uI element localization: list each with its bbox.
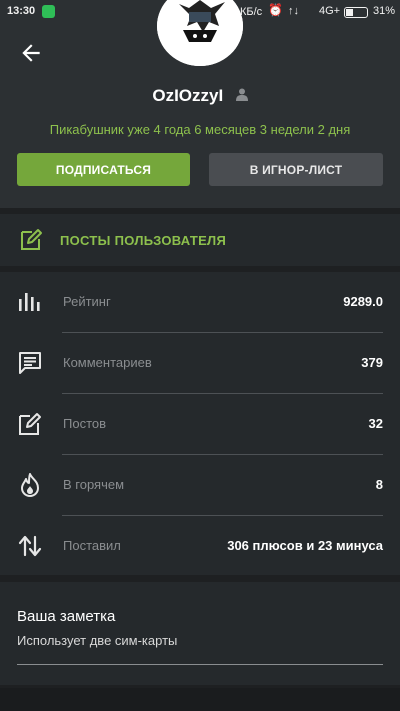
alarm-icon: ⏰ — [268, 3, 283, 17]
status-time: 13:30 — [7, 5, 36, 17]
user-note[interactable]: Ваша заметка Использует две сим-карты — [0, 582, 400, 685]
profile-header: 13:30 КБ/с ⏰ ↑↓ 4G+ 31% OzIOzzyI Пикабуш… — [0, 0, 400, 208]
back-button[interactable] — [18, 40, 46, 68]
comment-icon — [19, 352, 41, 374]
stat-label: Комментариев — [63, 355, 152, 370]
whatsapp-icon — [42, 5, 55, 18]
stat-value: 9289.0 — [343, 294, 383, 309]
stat-label: Рейтинг — [63, 294, 111, 309]
username: OzIOzzyI — [152, 86, 224, 105]
avatar[interactable] — [157, 0, 243, 66]
stat-row-votes: Поставил 306 плюсов и 23 минуса — [0, 516, 400, 577]
stat-label: В горячем — [63, 477, 125, 492]
stat-row-hot: В горячем 8 — [0, 455, 400, 516]
stat-value: 32 — [368, 416, 383, 431]
flame-icon — [21, 473, 39, 497]
note-title: Ваша заметка — [17, 608, 116, 625]
stat-value: 306 плюсов и 23 минуса — [227, 538, 383, 553]
status-network: 4G+ — [319, 5, 341, 17]
avatar-image — [157, 0, 243, 66]
stat-label: Постов — [63, 416, 107, 431]
stat-row-rating: Рейтинг 9289.0 — [0, 272, 400, 333]
user-posts-link[interactable]: ПОСТЫ ПОЛЬЗОВАТЕЛЯ — [0, 214, 400, 266]
stat-row-posts: Постов 32 — [0, 394, 400, 455]
bar-chart-icon — [19, 293, 40, 311]
note-underline — [17, 664, 383, 665]
signal-icon: ↑↓ — [288, 5, 299, 17]
stat-value: 8 — [375, 477, 383, 492]
stat-value: 379 — [361, 355, 383, 370]
edit-icon — [21, 229, 42, 250]
note-text: Использует две сим-карты — [17, 633, 178, 648]
edit-icon — [19, 413, 41, 435]
battery-icon — [344, 7, 368, 18]
stat-label: Поставил — [63, 538, 121, 553]
status-speed: КБ/с — [240, 6, 263, 18]
stats-list: Рейтинг 9289.0 Комментариев 379 Постов 3… — [0, 272, 400, 575]
subscribe-button[interactable]: ПОДПИСАТЬСЯ — [17, 153, 190, 186]
stat-row-comments: Комментариев 379 — [0, 333, 400, 394]
arrow-left-icon — [22, 44, 40, 62]
status-battery: 31% — [373, 5, 396, 17]
tenure-text: Пикабушник уже 4 года 6 месяцев 3 недели… — [49, 122, 351, 137]
vote-arrows-icon — [18, 535, 42, 557]
user-posts-label: ПОСТЫ ПОЛЬЗОВАТЕЛЯ — [60, 233, 227, 248]
username-row: OzIOzzyI — [0, 86, 400, 106]
user-icon — [235, 88, 248, 106]
bottom-area — [0, 688, 400, 711]
ignore-list-button[interactable]: В ИГНОР-ЛИСТ — [209, 153, 383, 186]
